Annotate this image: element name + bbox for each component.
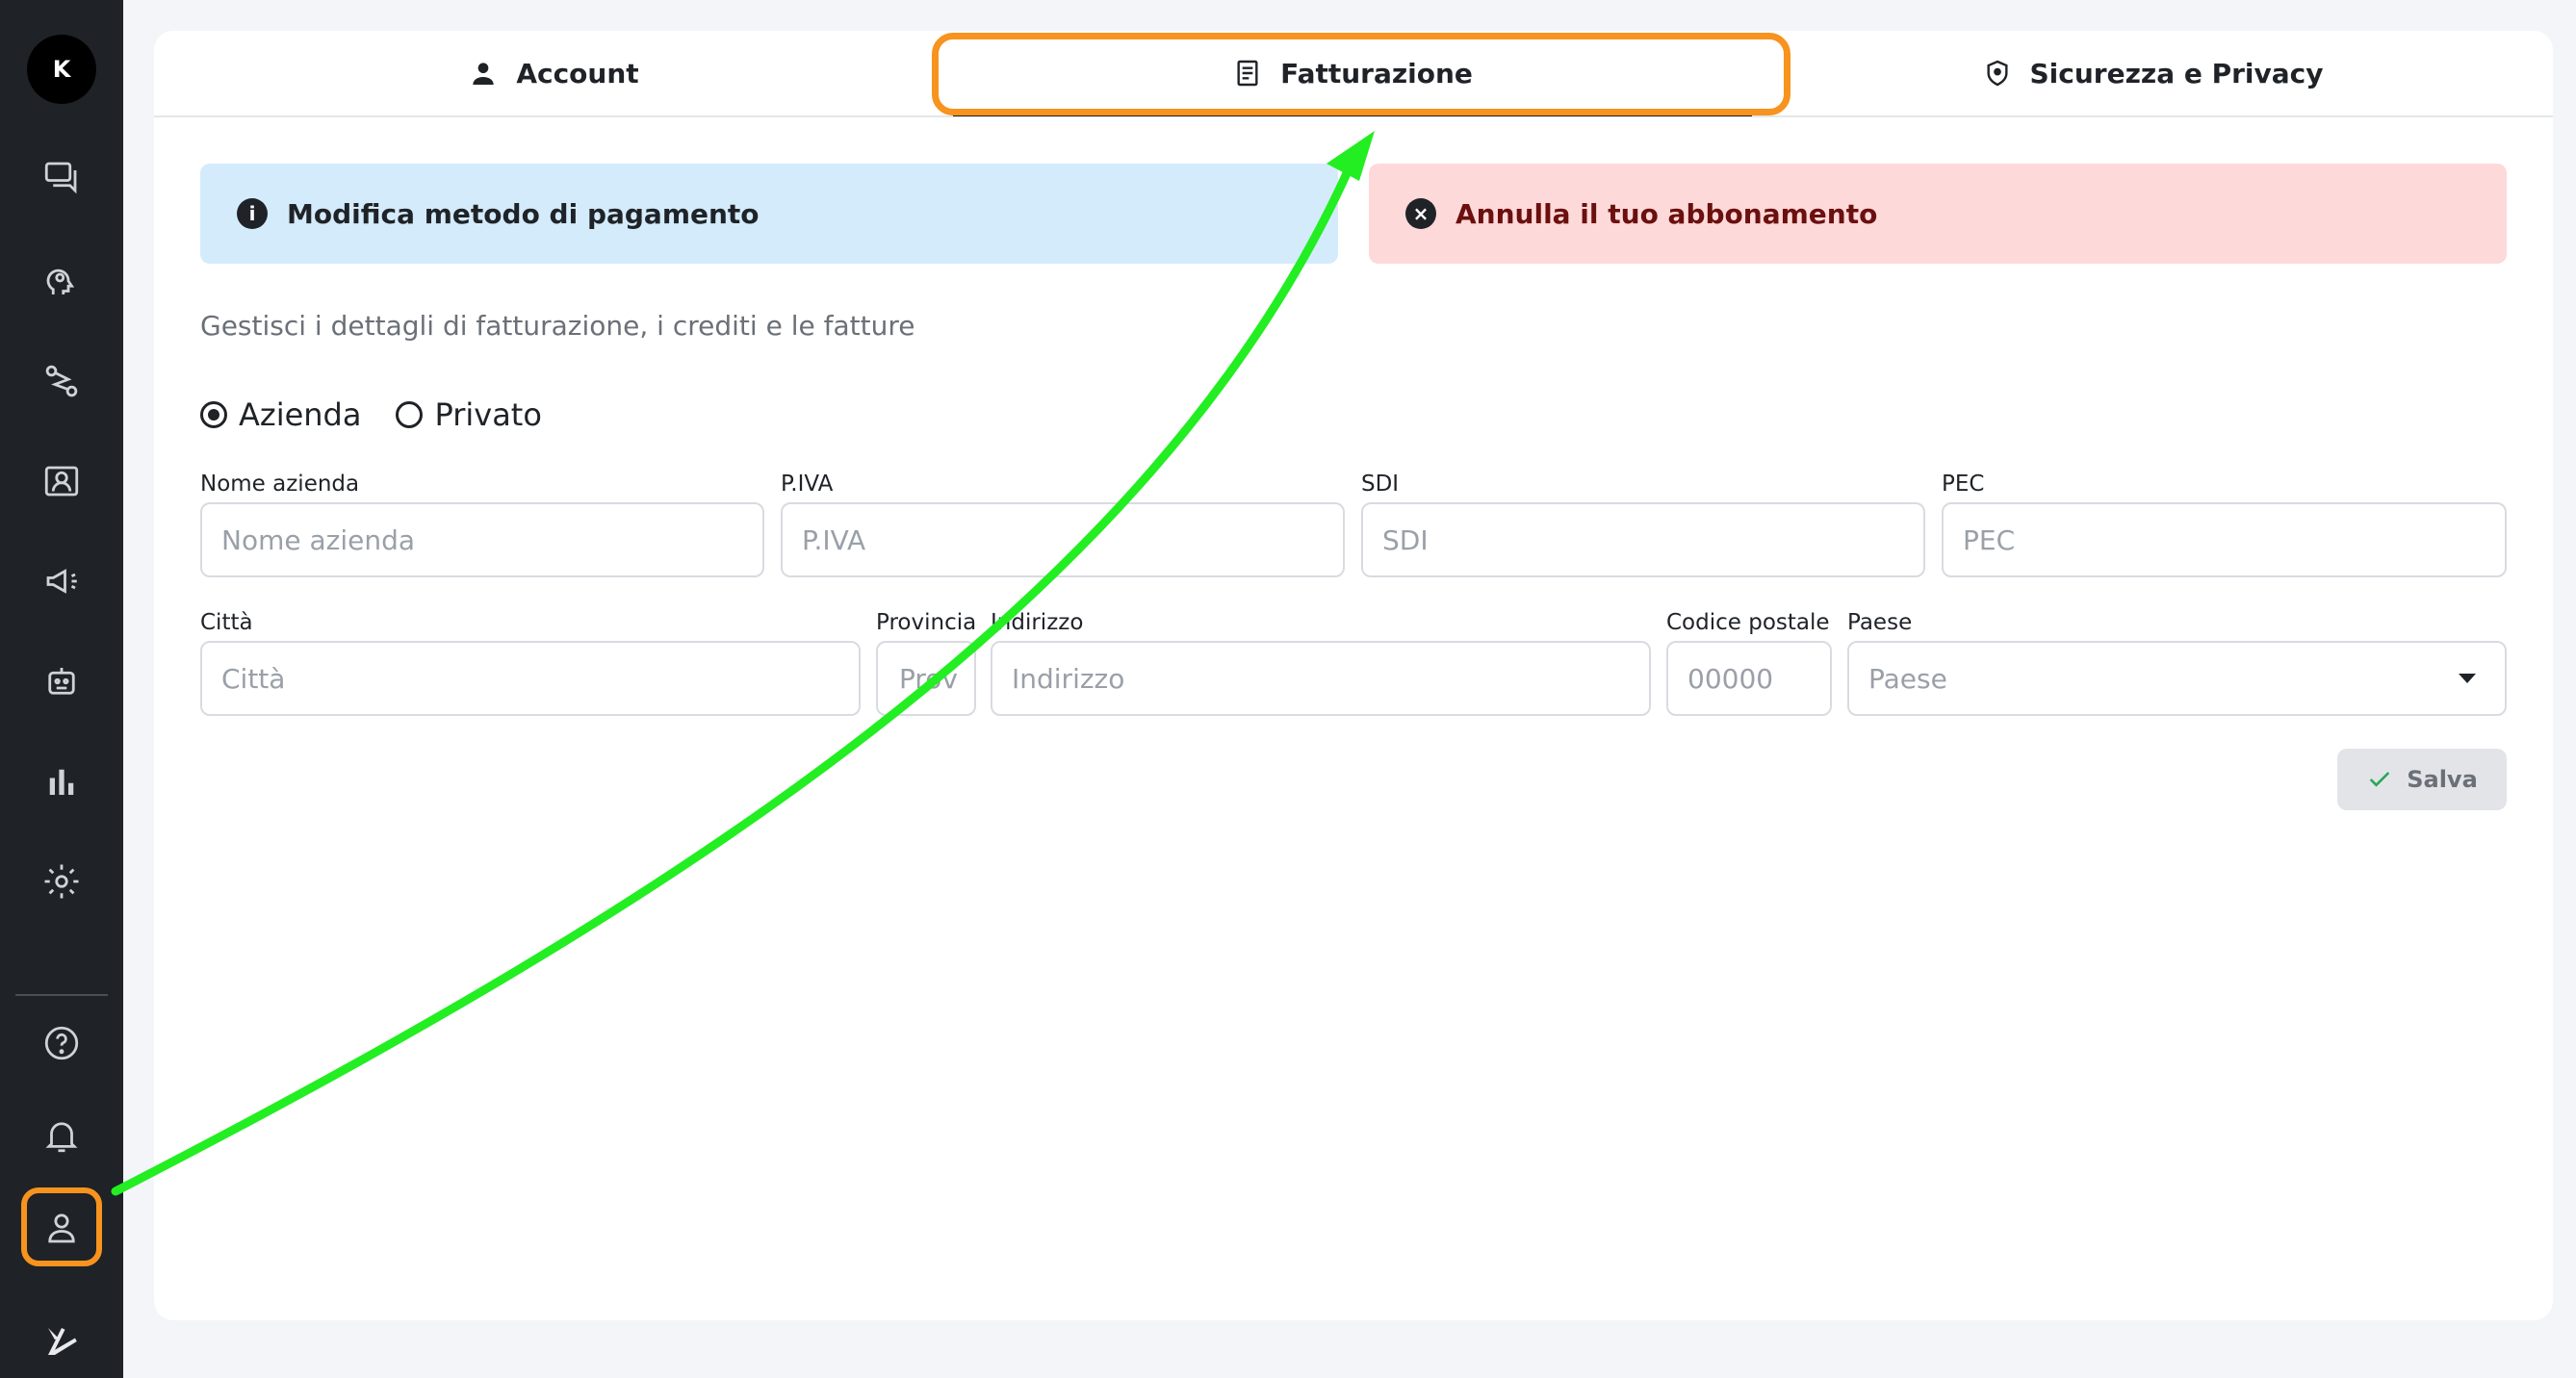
tab-security-label: Sicurezza e Privacy <box>2029 57 2324 89</box>
vat-input[interactable]: P.IVA <box>781 502 1345 577</box>
company-name-input[interactable]: Nome azienda <box>200 502 764 577</box>
profile-highlight <box>21 1187 102 1266</box>
logo-icon[interactable] <box>33 1313 90 1370</box>
company-name-label: Nome azienda <box>200 472 360 497</box>
sdi-input[interactable]: SDI <box>1361 502 1925 577</box>
caret-down-icon <box>2459 674 2476 683</box>
tab-bar: Account Fatturazione Sicurezza e Privacy <box>154 31 2553 117</box>
edit-payment-method-label: Modifica metodo di pagamento <box>287 197 760 230</box>
province-input[interactable]: Prov <box>876 641 976 716</box>
radio-azienda[interactable]: Azienda <box>200 396 361 433</box>
address-label: Indirizzo <box>991 610 1084 635</box>
megaphone-icon[interactable] <box>33 552 90 610</box>
avatar[interactable]: K <box>27 35 96 104</box>
radio-privato-circle[interactable] <box>396 401 424 428</box>
address-input[interactable]: Indirizzo <box>991 641 1651 716</box>
cancel-subscription-label: Annulla il tuo abbonamento <box>1455 197 1878 230</box>
settings-card: Account Fatturazione Sicurezza e Privacy… <box>154 31 2553 1320</box>
user-icon <box>473 63 494 85</box>
chart-icon[interactable] <box>33 753 90 810</box>
shield-icon <box>1986 60 2008 87</box>
pec-label: PEC <box>1942 472 1985 497</box>
tab-security[interactable]: Sicurezza e Privacy <box>1752 31 2553 115</box>
province-label: Provincia <box>876 610 977 635</box>
brain-icon[interactable] <box>33 252 90 310</box>
radio-privato-label: Privato <box>434 396 542 433</box>
workflow-icon[interactable] <box>33 352 90 410</box>
city-input[interactable]: Città <box>200 641 861 716</box>
vat-label: P.IVA <box>781 472 834 497</box>
postal-code-input[interactable]: 00000 <box>1666 641 1832 716</box>
radio-azienda-label: Azienda <box>239 396 362 433</box>
country-select-value: Paese <box>1868 662 1947 695</box>
sdi-label: SDI <box>1361 472 1400 497</box>
help-icon[interactable] <box>33 1014 90 1072</box>
gear-icon[interactable] <box>33 853 90 910</box>
customer-type-radio-group: Azienda Privato <box>200 396 542 433</box>
radio-privato[interactable]: Privato <box>396 396 542 433</box>
tab-account[interactable]: Account <box>154 31 953 115</box>
robot-icon[interactable] <box>33 652 90 710</box>
postal-code-label: Codice postale <box>1666 610 1830 635</box>
tab-billing-highlight <box>932 33 1790 115</box>
city-label: Città <box>200 610 253 635</box>
sidebar: K <box>0 0 123 1378</box>
chat-icon[interactable] <box>33 148 90 206</box>
save-button-label: Salva <box>2407 766 2478 793</box>
country-label: Paese <box>1847 610 1913 635</box>
close-circle-icon: × <box>1405 198 1436 229</box>
save-button[interactable]: Salva <box>2337 749 2507 810</box>
tab-account-label: Account <box>516 57 639 89</box>
info-icon: i <box>237 198 268 229</box>
sidebar-divider <box>15 994 108 996</box>
cancel-subscription-button[interactable]: × Annulla il tuo abbonamento <box>1369 164 2507 264</box>
pec-input[interactable]: PEC <box>1942 502 2507 577</box>
billing-subtitle: Gestisci i dettagli di fatturazione, i c… <box>200 310 915 342</box>
edit-payment-method-button[interactable]: i Modifica metodo di pagamento <box>200 164 1338 264</box>
bell-icon[interactable] <box>33 1107 90 1164</box>
country-select[interactable]: Paese <box>1847 641 2507 716</box>
contacts-icon[interactable] <box>33 452 90 510</box>
radio-azienda-circle[interactable] <box>200 401 227 428</box>
check-icon <box>2369 772 2390 787</box>
